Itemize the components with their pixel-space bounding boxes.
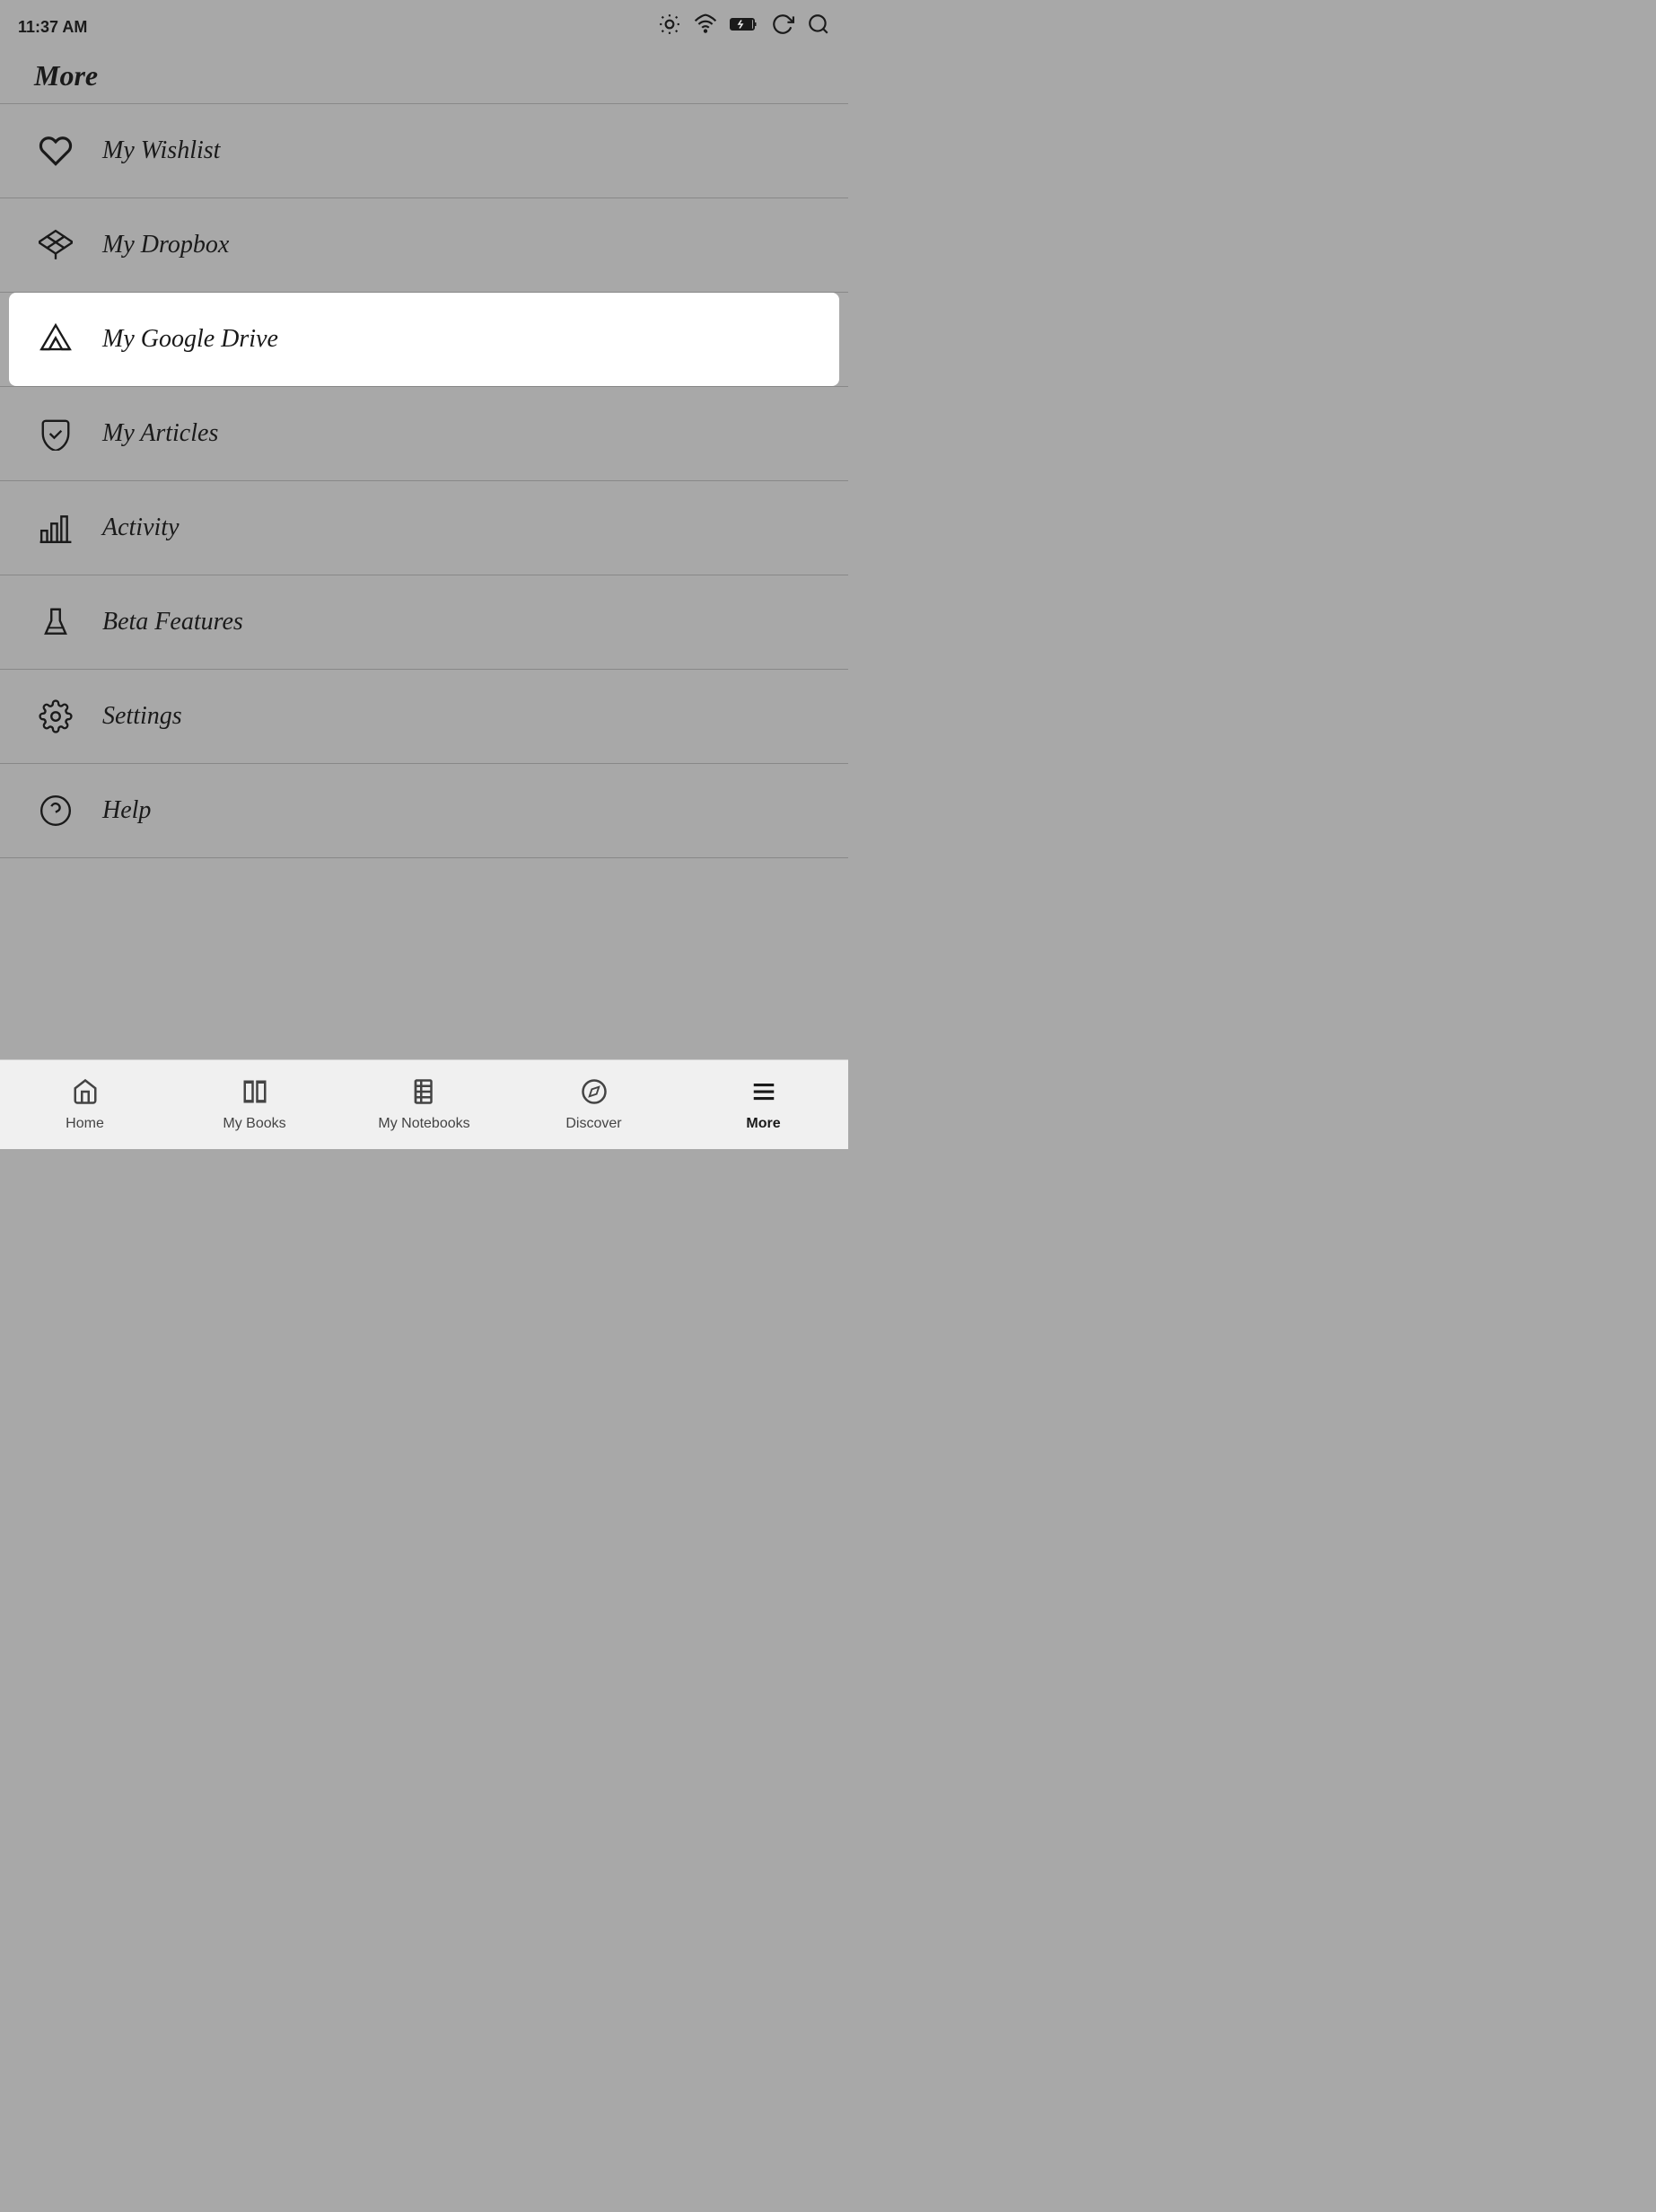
menu-item-articles[interactable]: My Articles	[0, 387, 848, 481]
nav-item-discover-label: Discover	[565, 1116, 621, 1132]
page-header: More	[0, 50, 848, 104]
menu-item-settings-label: Settings	[102, 702, 182, 731]
menu-item-activity-label: Activity	[102, 514, 180, 542]
nav-item-more-label: More	[746, 1116, 780, 1132]
status-time: 11:37 AM	[18, 18, 87, 37]
brightness-icon	[658, 13, 681, 41]
activity-icon	[34, 506, 77, 549]
heart-icon	[34, 129, 77, 172]
more-icon	[750, 1078, 777, 1112]
menu-item-help-label: Help	[102, 796, 151, 825]
menu-item-articles-label: My Articles	[102, 419, 218, 448]
sync-icon	[771, 13, 794, 41]
menu-item-dropbox[interactable]: My Dropbox	[0, 198, 848, 293]
battery-icon	[730, 13, 758, 41]
menu-item-google-drive[interactable]: My Google Drive	[9, 293, 839, 386]
status-bar: 11:37 AM	[0, 0, 848, 50]
menu-item-wishlist-label: My Wishlist	[102, 136, 220, 165]
menu-item-help[interactable]: Help	[0, 764, 848, 858]
nav-item-more[interactable]: More	[679, 1060, 848, 1149]
page-title: More	[34, 59, 98, 92]
menu-item-activity[interactable]: Activity	[0, 481, 848, 575]
menu-item-beta-label: Beta Features	[102, 608, 243, 636]
menu-item-dropbox-label: My Dropbox	[102, 231, 229, 259]
menu-item-wishlist[interactable]: My Wishlist	[0, 104, 848, 198]
menu-item-settings[interactable]: Settings	[0, 670, 848, 764]
menu-list: My Wishlist My Dropbox	[0, 104, 848, 858]
notebooks-icon	[411, 1078, 438, 1112]
nav-item-discover[interactable]: Discover	[509, 1060, 679, 1149]
nav-item-my-books-label: My Books	[223, 1116, 285, 1132]
nav-item-home-label: Home	[66, 1116, 104, 1132]
beta-icon	[34, 601, 77, 644]
menu-item-google-drive-label: My Google Drive	[102, 325, 278, 354]
books-icon	[241, 1078, 268, 1112]
articles-icon	[34, 412, 77, 455]
status-icons	[658, 13, 830, 41]
home-icon	[72, 1078, 99, 1112]
menu-item-google-drive-wrapper: My Google Drive	[0, 293, 848, 387]
nav-item-my-books[interactable]: My Books	[170, 1060, 339, 1149]
search-icon[interactable]	[807, 13, 830, 41]
menu-item-beta[interactable]: Beta Features	[0, 575, 848, 670]
help-icon	[34, 789, 77, 832]
dropbox-icon	[34, 224, 77, 267]
settings-icon	[34, 695, 77, 738]
nav-item-my-notebooks[interactable]: My Notebooks	[339, 1060, 509, 1149]
nav-item-home[interactable]: Home	[0, 1060, 170, 1149]
discover-icon	[581, 1078, 608, 1112]
wifi-icon	[694, 13, 717, 41]
nav-item-my-notebooks-label: My Notebooks	[378, 1116, 469, 1132]
google-drive-icon	[34, 318, 77, 361]
bottom-nav: Home My Books	[0, 1059, 848, 1149]
